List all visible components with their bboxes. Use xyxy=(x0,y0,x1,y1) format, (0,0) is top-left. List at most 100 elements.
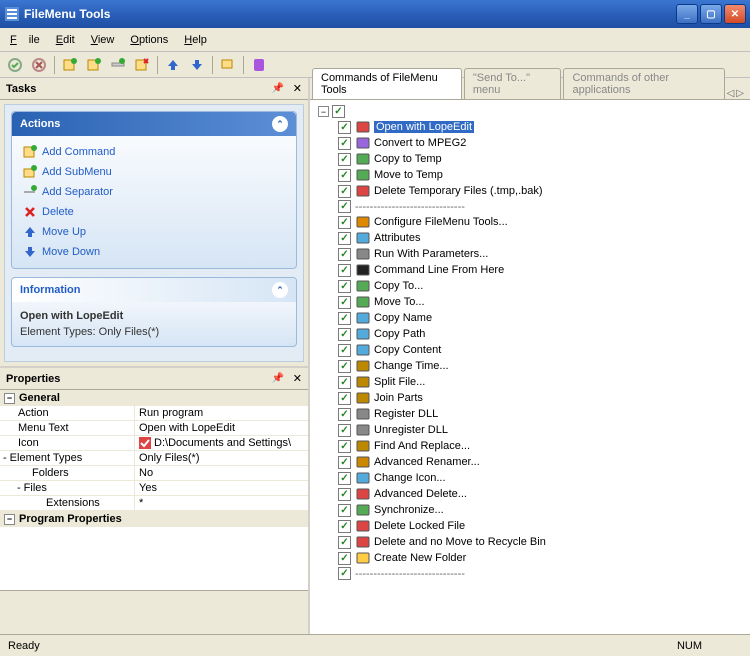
tree-item[interactable]: Copy Content xyxy=(314,342,746,358)
checkbox[interactable] xyxy=(338,296,351,309)
tree-item[interactable]: Command Line From Here xyxy=(314,262,746,278)
checkbox[interactable] xyxy=(338,137,351,150)
info-header[interactable]: Information ⌃ xyxy=(12,278,296,302)
checkbox[interactable] xyxy=(338,312,351,325)
toolbar-move-down[interactable] xyxy=(186,54,208,76)
tree-item[interactable]: Convert to MPEG2 xyxy=(314,135,746,151)
checkbox[interactable] xyxy=(338,328,351,341)
close-button[interactable]: ✕ xyxy=(724,4,746,24)
action-add-separator[interactable]: Add Separator xyxy=(20,182,288,202)
tree-item[interactable]: Create New Folder xyxy=(314,550,746,566)
actions-header[interactable]: Actions ⌃ xyxy=(12,112,296,136)
checkbox[interactable] xyxy=(332,105,345,118)
checkbox[interactable] xyxy=(338,153,351,166)
tree-item[interactable]: ------------------------------ xyxy=(314,199,746,214)
toolbar-help[interactable] xyxy=(248,54,270,76)
tree-item[interactable]: Copy Path xyxy=(314,326,746,342)
checkbox[interactable] xyxy=(338,520,351,533)
prop-row[interactable]: -Element TypesOnly Files(*) xyxy=(0,451,308,466)
action-move-down[interactable]: Move Down xyxy=(20,242,288,262)
tree-item[interactable]: Delete Temporary Files (.tmp,.bak) xyxy=(314,183,746,199)
tab-right-icon[interactable]: ▷ xyxy=(736,88,744,99)
checkbox[interactable] xyxy=(338,280,351,293)
action-add-command[interactable]: Add Command xyxy=(20,142,288,162)
prop-cat-general[interactable]: −General xyxy=(0,390,308,406)
checkbox[interactable] xyxy=(338,376,351,389)
checkbox[interactable] xyxy=(338,536,351,549)
tree-item[interactable]: Copy to Temp xyxy=(314,151,746,167)
toolbar-cancel[interactable] xyxy=(28,54,50,76)
checkbox[interactable] xyxy=(338,216,351,229)
prop-row[interactable]: -FilesYes xyxy=(0,481,308,496)
action-add-submenu[interactable]: Add SubMenu xyxy=(20,162,288,182)
tab-commands[interactable]: Commands of FileMenu Tools xyxy=(312,68,462,99)
checkbox[interactable] xyxy=(338,424,351,437)
checkbox[interactable] xyxy=(338,248,351,261)
toolbar-add-separator[interactable] xyxy=(107,54,129,76)
checkbox[interactable] xyxy=(338,440,351,453)
tree-item[interactable]: ------------------------------ xyxy=(314,566,746,581)
checkbox[interactable] xyxy=(338,392,351,405)
prop-row[interactable]: Menu TextOpen with LopeEdit xyxy=(0,421,308,436)
prop-value[interactable]: D:\Documents and Settings\ xyxy=(135,436,308,450)
tab-sendto[interactable]: "Send To..." menu xyxy=(464,68,562,99)
pin-icon[interactable]: 📌 xyxy=(272,83,284,94)
checkbox[interactable] xyxy=(338,567,351,580)
checkbox[interactable] xyxy=(338,264,351,277)
toolbar-settings[interactable] xyxy=(217,54,239,76)
close-properties[interactable]: ✕ xyxy=(293,372,302,385)
tree-item[interactable]: Advanced Renamer... xyxy=(314,454,746,470)
checkbox[interactable] xyxy=(338,504,351,517)
tree-item[interactable]: Change Icon... xyxy=(314,470,746,486)
menu-edit[interactable]: Edit xyxy=(50,32,81,48)
tree-item[interactable]: Change Time... xyxy=(314,358,746,374)
checkbox[interactable] xyxy=(338,121,351,134)
tab-left-icon[interactable]: ◁ xyxy=(727,88,735,99)
menu-options[interactable]: Options xyxy=(124,32,174,48)
tree-item[interactable]: Attributes xyxy=(314,230,746,246)
tree-item[interactable]: Configure FileMenu Tools... xyxy=(314,214,746,230)
toolbar-move-up[interactable] xyxy=(162,54,184,76)
tree-root[interactable]: − xyxy=(314,104,746,119)
prop-value[interactable]: Run program xyxy=(135,406,308,420)
checkbox[interactable] xyxy=(338,360,351,373)
prop-row[interactable]: ActionRun program xyxy=(0,406,308,421)
close-tasks[interactable]: ✕ xyxy=(293,82,302,95)
tree-item[interactable]: Split File... xyxy=(314,374,746,390)
prop-value[interactable]: Open with LopeEdit xyxy=(135,421,308,435)
toolbar-add-command[interactable] xyxy=(59,54,81,76)
checkbox[interactable] xyxy=(338,408,351,421)
tree-item[interactable]: Open with LopeEdit xyxy=(314,119,746,135)
checkbox[interactable] xyxy=(338,344,351,357)
toolbar-delete[interactable] xyxy=(131,54,153,76)
menu-file[interactable]: File xyxy=(4,32,46,48)
pin-icon[interactable]: 📌 xyxy=(272,373,284,384)
checkbox[interactable] xyxy=(338,200,351,213)
checkbox[interactable] xyxy=(338,185,351,198)
action-move-up[interactable]: Move Up xyxy=(20,222,288,242)
checkbox[interactable] xyxy=(338,232,351,245)
tree-item[interactable]: Copy Name xyxy=(314,310,746,326)
minimize-button[interactable]: _ xyxy=(676,4,698,24)
prop-value[interactable]: Only Files(*) xyxy=(135,451,308,465)
tree-item[interactable]: Delete Locked File xyxy=(314,518,746,534)
commands-tree[interactable]: −Open with LopeEditConvert to MPEG2Copy … xyxy=(310,100,750,634)
toolbar-apply[interactable] xyxy=(4,54,26,76)
checkbox[interactable] xyxy=(338,456,351,469)
menu-view[interactable]: View xyxy=(85,32,121,48)
tree-item[interactable]: Find And Replace... xyxy=(314,438,746,454)
tree-item[interactable]: Copy To... xyxy=(314,278,746,294)
prop-row[interactable]: Extensions* xyxy=(0,496,308,511)
prop-value[interactable]: No xyxy=(135,466,308,480)
checkbox[interactable] xyxy=(338,552,351,565)
tree-item[interactable]: Delete and no Move to Recycle Bin xyxy=(314,534,746,550)
menu-help[interactable]: Help xyxy=(178,32,213,48)
prop-value[interactable]: * xyxy=(135,496,308,510)
prop-row[interactable]: Icon D:\Documents and Settings\ xyxy=(0,436,308,451)
checkbox[interactable] xyxy=(338,472,351,485)
tree-item[interactable]: Move to Temp xyxy=(314,167,746,183)
tree-item[interactable]: Advanced Delete... xyxy=(314,486,746,502)
tree-item[interactable]: Unregister DLL xyxy=(314,422,746,438)
tree-item[interactable]: Join Parts xyxy=(314,390,746,406)
prop-value[interactable]: Yes xyxy=(135,481,308,495)
